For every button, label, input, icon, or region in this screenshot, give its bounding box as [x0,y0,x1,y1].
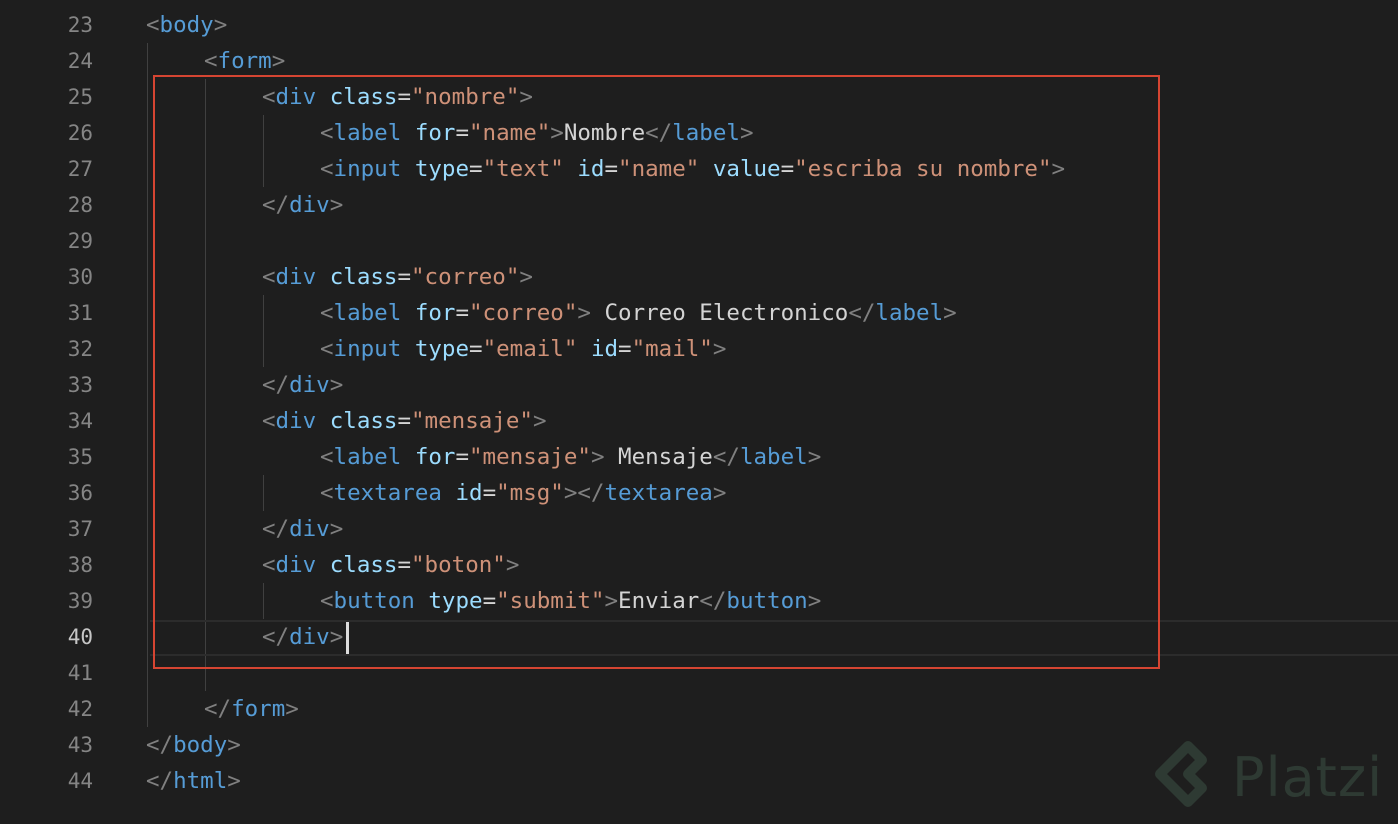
tag-name: form [217,48,272,74]
code-line[interactable]: 42 </form> [0,691,1398,727]
line-number: 38 [67,553,93,577]
line-number: 35 [67,445,93,469]
line-number: 33 [67,373,93,397]
line-number: 32 [67,337,93,361]
line-number: 24 [67,49,93,73]
code-line[interactable]: 24 <form> [0,43,1398,79]
line-number: 27 [67,157,93,181]
line-number: 26 [67,121,93,145]
punctuation: </ [204,696,232,722]
tag-name: html [173,768,228,794]
platzi-logo-icon [1155,741,1207,807]
code-editor[interactable]: 23 <body> 24 <form> 25 <div class="nombr… [0,0,1398,824]
platzi-watermark: Platzi [1150,738,1390,818]
line-number: 25 [67,85,93,109]
line-number: 43 [67,733,93,757]
punctuation: > [227,768,241,794]
punctuation: </ [146,732,174,758]
line-number: 41 [67,661,93,685]
line-number: 23 [67,13,93,37]
platzi-wordmark: Platzi [1232,746,1384,809]
line-number: 36 [67,481,93,505]
punctuation: > [271,48,286,74]
punctuation: > [213,12,228,38]
line-number: 44 [67,769,93,793]
tag-name: body [159,12,214,38]
line-number: 31 [67,301,93,325]
punctuation: > [227,732,241,758]
punctuation: </ [146,768,174,794]
line-number: 42 [67,697,93,721]
punctuation: < [204,48,218,74]
code-text[interactable]: <form> [204,43,285,79]
tag-name: body [173,732,228,758]
line-number: 28 [67,193,93,217]
code-text[interactable]: </form> [204,691,299,727]
punctuation: < [146,12,160,38]
annotation-highlight-box [153,75,1160,669]
line-number-active: 40 [67,625,93,649]
line-number: 29 [67,229,93,253]
line-number: 37 [67,517,93,541]
code-text[interactable]: <body> [146,7,227,43]
line-number: 34 [67,409,93,433]
code-text[interactable]: </html> [146,763,241,799]
code-line[interactable]: 23 <body> [0,7,1398,43]
punctuation: > [285,696,299,722]
code-text[interactable]: </body> [146,727,241,763]
line-number: 39 [67,589,93,613]
tag-name: form [231,696,286,722]
line-number: 30 [67,265,93,289]
